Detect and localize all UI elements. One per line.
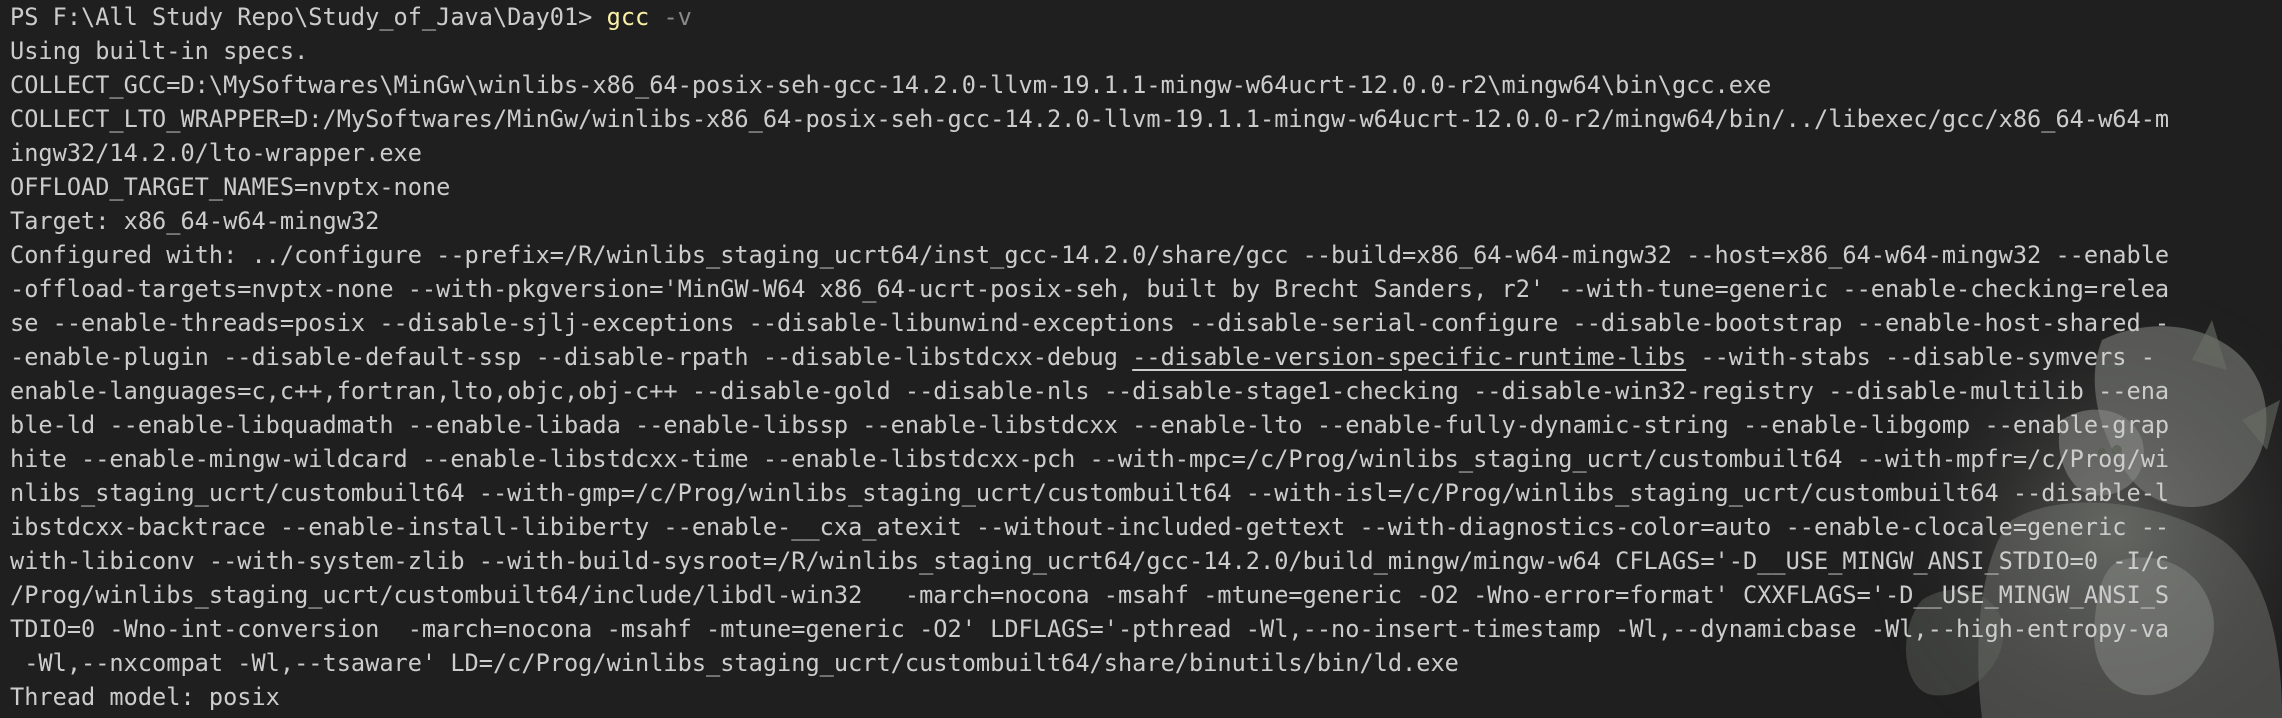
prompt-path: PS F:\All Study Repo\Study_of_Java\Day01… xyxy=(10,3,607,31)
command-text: gcc xyxy=(606,3,650,31)
output-line: OFFLOAD_TARGET_NAMES=nvptx-none xyxy=(10,173,451,201)
output-segment: --with-stabs --disable-symvers - xyxy=(1686,343,2155,371)
output-line: hite --enable-mingw-wildcard --enable-li… xyxy=(10,445,2170,473)
output-line: Thread model: posix xyxy=(10,683,280,711)
output-line: /Prog/winlibs_staging_ucrt/custombuilt64… xyxy=(10,581,2170,609)
terminal-window[interactable]: PS F:\All Study Repo\Study_of_Java\Day01… xyxy=(0,0,2282,718)
output-line: TDIO=0 -Wno-int-conversion -march=nocona… xyxy=(10,615,2170,643)
output-line: COLLECT_LTO_WRAPPER=D:/MySoftwares/MinGw… xyxy=(10,105,2170,133)
command-flag: -v xyxy=(663,3,692,31)
output-segment: -enable-plugin --disable-default-ssp --d… xyxy=(10,343,1133,371)
output-line: ingw32/14.2.0/lto-wrapper.exe xyxy=(10,139,422,167)
output-line: ble-ld --enable-libquadmath --enable-lib… xyxy=(10,411,2170,439)
output-line: -offload-targets=nvptx-none --with-pkgve… xyxy=(10,275,2170,303)
command-space xyxy=(649,3,663,31)
output-line: nlibs_staging_ucrt/custombuilt64 --with-… xyxy=(10,479,2170,507)
output-line: ibstdcxx-backtrace --enable-install-libi… xyxy=(10,513,2170,541)
prompt-line: PS F:\All Study Repo\Study_of_Java\Day01… xyxy=(10,0,2282,34)
terminal-output: PS F:\All Study Repo\Study_of_Java\Day01… xyxy=(10,0,2282,714)
output-line: Using built-in specs. xyxy=(10,37,309,65)
output-line: COLLECT_GCC=D:\MySoftwares\MinGw\winlibs… xyxy=(10,71,1772,99)
output-line: se --enable-threads=posix --disable-sjlj… xyxy=(10,309,2170,337)
terminal-link[interactable]: --disable-version-specific-runtime-libs xyxy=(1132,343,1686,371)
output-line: -enable-plugin --disable-default-ssp --d… xyxy=(10,340,2282,374)
output-line: with-libiconv --with-system-zlib --with-… xyxy=(10,547,2170,575)
output-line: Configured with: ../configure --prefix=/… xyxy=(10,241,2170,269)
output-line: -Wl,--nxcompat -Wl,--tsaware' LD=/c/Prog… xyxy=(10,649,1459,677)
output-line: Target: x86_64-w64-mingw32 xyxy=(10,207,380,235)
output-line: enable-languages=c,c++,fortran,lto,objc,… xyxy=(10,377,2170,405)
